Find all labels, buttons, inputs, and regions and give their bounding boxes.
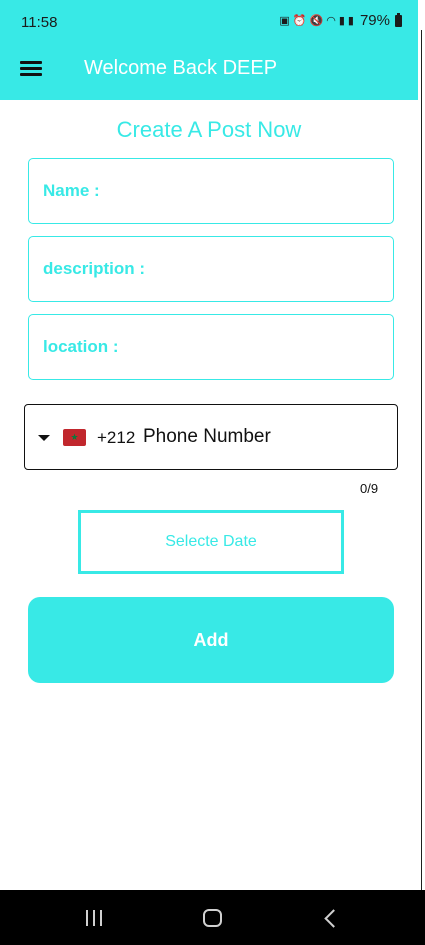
page-title: Create A Post Now: [116, 117, 302, 142]
phone-char-counter: 0/9: [360, 481, 379, 496]
country-code[interactable]: +212: [97, 428, 135, 448]
nfc-icon: ▣: [279, 14, 290, 27]
battery-icon: [395, 12, 402, 27]
status-bar: 11:58 ▣ ⏰ 🔇 ◠ ▮ ▮ 79%: [0, 0, 418, 44]
battery-percent: 79%: [359, 12, 390, 29]
name-input[interactable]: [29, 159, 393, 223]
app-bar-title: Welcome Back DEEP: [84, 57, 278, 79]
signal-icon: ▮: [338, 14, 345, 27]
app-bar: 11:58 ▣ ⏰ 🔇 ◠ ▮ ▮ 79% Welcome Back DEEP: [0, 0, 418, 100]
location-field: [28, 314, 394, 380]
morocco-flag-icon[interactable]: ★: [63, 429, 86, 446]
status-time: 11:58: [21, 14, 58, 31]
back-icon[interactable]: [322, 909, 340, 929]
select-date-button[interactable]: Selecte Date: [78, 510, 344, 574]
phone-field: ★ +212: [24, 404, 398, 470]
mute-icon: 🔇: [309, 14, 324, 27]
add-button[interactable]: Add: [28, 597, 394, 683]
location-input[interactable]: [29, 315, 393, 379]
signal-icon: ▮: [347, 14, 354, 27]
name-field: [28, 158, 394, 224]
home-icon[interactable]: [203, 909, 222, 927]
app-screen: 11:58 ▣ ⏰ 🔇 ◠ ▮ ▮ 79% Welcome Back DEEP …: [0, 0, 418, 945]
wifi-icon: ◠: [326, 14, 336, 27]
description-field: [28, 236, 394, 302]
description-input[interactable]: [29, 237, 393, 301]
alarm-icon: ⏰: [292, 14, 307, 27]
hamburger-menu-icon[interactable]: [20, 59, 44, 79]
screen-edge-divider: [421, 30, 422, 900]
recents-icon[interactable]: [85, 910, 103, 926]
caret-down-icon[interactable]: [38, 435, 50, 441]
status-icons: ▣ ⏰ 🔇 ◠ ▮ ▮ 79%: [279, 12, 402, 29]
system-nav-bar: [0, 890, 425, 945]
phone-number-input[interactable]: [143, 419, 383, 455]
